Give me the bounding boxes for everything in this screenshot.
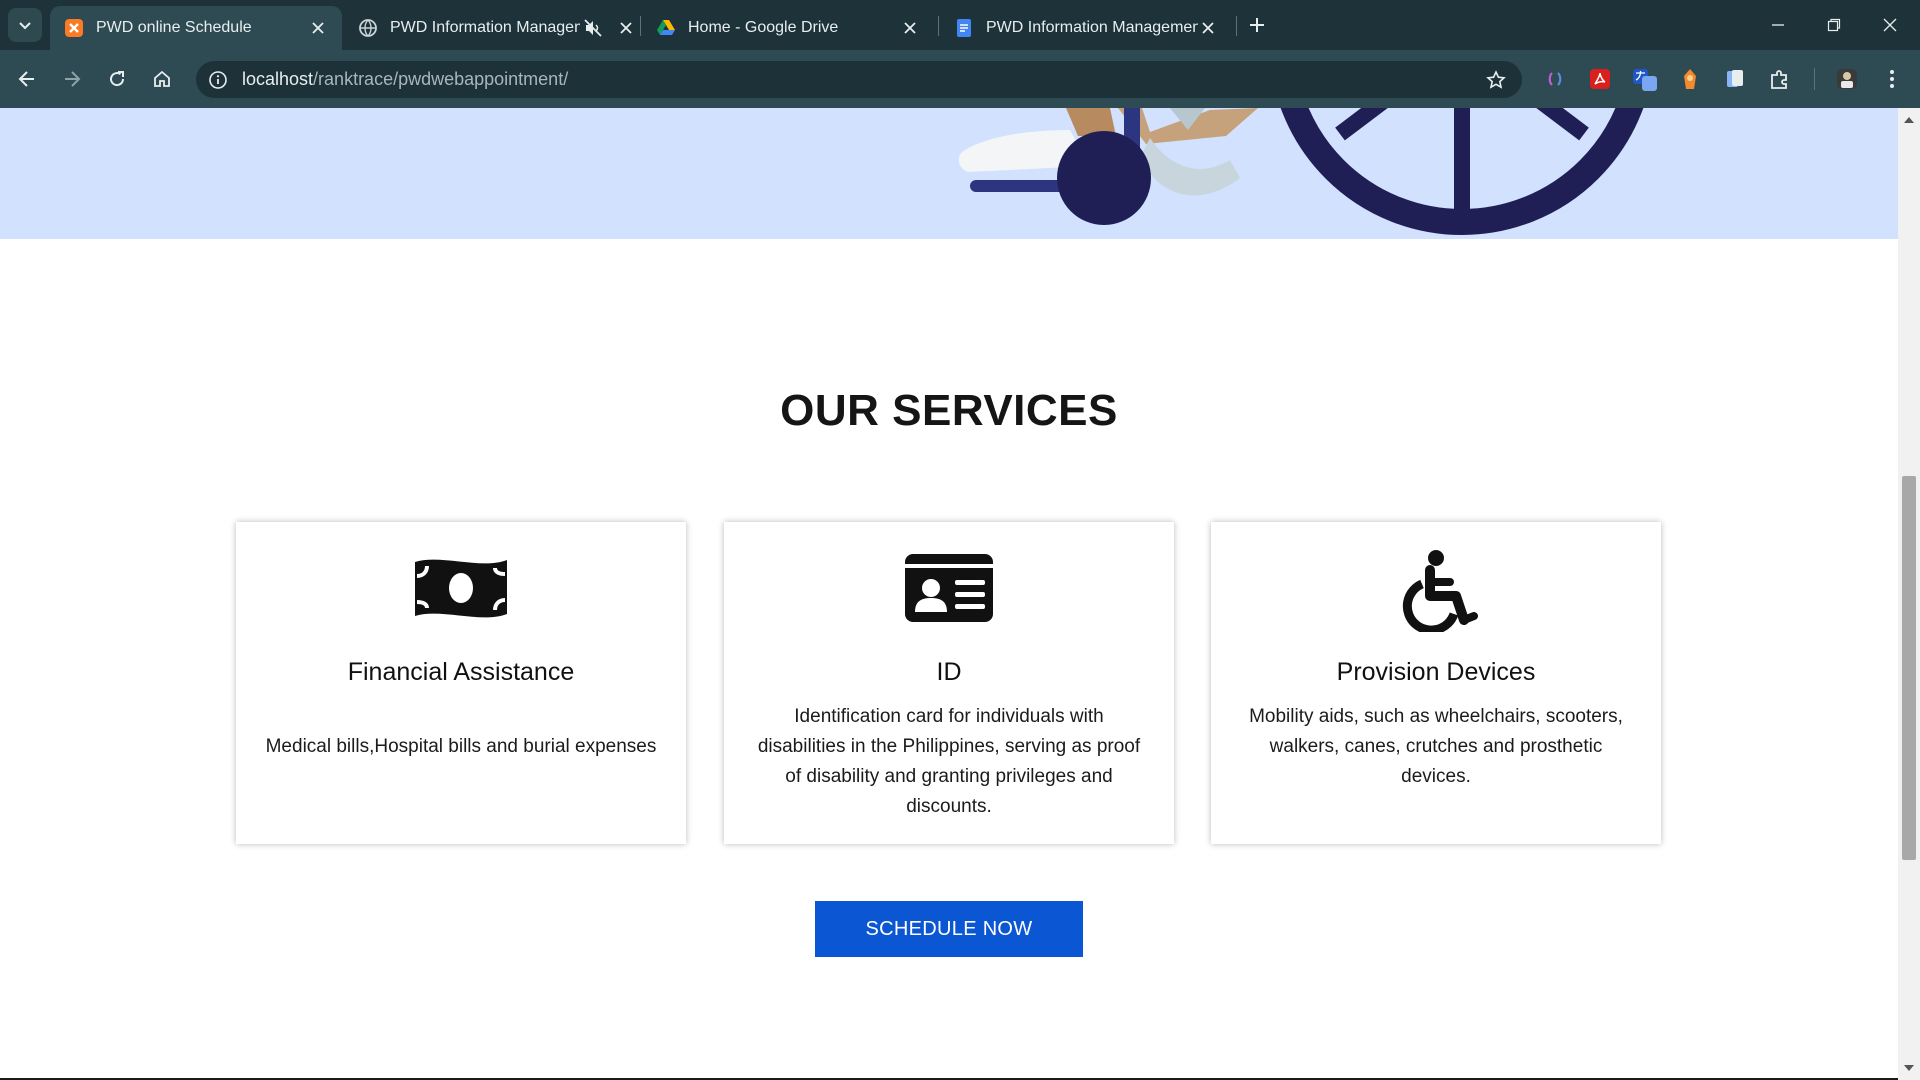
close-icon bbox=[1883, 18, 1897, 32]
page-scrollbar[interactable] bbox=[1898, 108, 1920, 1080]
tab-pwd-online-schedule[interactable]: PWD online Schedule bbox=[50, 6, 342, 50]
schedule-now-button[interactable]: SCHEDULE NOW bbox=[815, 901, 1083, 957]
tab-separator bbox=[640, 16, 641, 36]
home-icon bbox=[154, 70, 170, 87]
service-card-financial-assistance: Financial Assistance Medical bills,Hospi… bbox=[236, 522, 686, 844]
wheelchair-icon bbox=[1211, 548, 1661, 632]
money-bill-icon bbox=[236, 552, 686, 628]
reload-icon bbox=[110, 71, 125, 87]
card-title: ID bbox=[936, 658, 962, 686]
extensions-puzzle-icon[interactable] bbox=[1766, 65, 1794, 93]
orange-extension-icon[interactable] bbox=[1676, 65, 1704, 93]
files-extension-icon[interactable] bbox=[1721, 65, 1749, 93]
page-viewport: OUR SERVICES Financial Assistance Medica… bbox=[0, 108, 1898, 1080]
google-docs-icon bbox=[957, 19, 971, 37]
close-tab-icon[interactable] bbox=[616, 18, 636, 38]
tab-separator bbox=[938, 16, 939, 36]
xampp-icon bbox=[65, 19, 83, 37]
muted-speaker-icon[interactable] bbox=[584, 18, 602, 38]
plus-icon bbox=[1250, 18, 1264, 32]
toolbar-separator bbox=[1814, 68, 1815, 90]
extension-bracket-icon[interactable] bbox=[1541, 65, 1569, 93]
globe-icon bbox=[359, 19, 377, 37]
tab-google-drive[interactable]: Home - Google Drive bbox=[642, 6, 934, 50]
arrow-right-icon bbox=[65, 71, 81, 87]
forward-button[interactable] bbox=[52, 59, 92, 99]
service-card-provision-devices: Provision Devices Mobility aids, such as… bbox=[1211, 522, 1661, 844]
wheelchair-illustration bbox=[958, 108, 1644, 235]
address-bar[interactable]: localhost/ranktrace/pwdwebappointment/ bbox=[196, 61, 1522, 98]
acrobat-extension-icon[interactable] bbox=[1586, 65, 1614, 93]
service-card-id: ID Identification card for individuals w… bbox=[724, 522, 1174, 844]
scroll-up-icon[interactable] bbox=[1903, 114, 1915, 126]
url-text: localhost/ranktrace/pwdwebappointment/ bbox=[242, 69, 568, 90]
close-tab-icon[interactable] bbox=[1198, 18, 1218, 38]
scroll-down-icon[interactable] bbox=[1903, 1062, 1915, 1074]
restore-icon bbox=[1827, 18, 1841, 32]
hero-banner bbox=[0, 108, 1898, 239]
reload-button[interactable] bbox=[97, 59, 137, 99]
google-drive-icon bbox=[657, 20, 675, 35]
translate-extension-icon[interactable] bbox=[1631, 65, 1659, 93]
bookmark-star-icon[interactable] bbox=[1484, 68, 1508, 92]
profile-avatar-icon[interactable] bbox=[1833, 65, 1861, 93]
close-tab-icon[interactable] bbox=[308, 18, 328, 38]
minimize-button[interactable] bbox=[1750, 0, 1806, 50]
home-button[interactable] bbox=[142, 59, 182, 99]
card-description: Identification card for individuals with… bbox=[757, 706, 1141, 817]
tab-search-button[interactable] bbox=[8, 8, 42, 42]
section-title: OUR SERVICES bbox=[780, 386, 1118, 435]
minimize-icon bbox=[1772, 24, 1784, 26]
site-info-icon[interactable] bbox=[206, 68, 230, 92]
id-card-icon bbox=[724, 552, 1174, 628]
close-tab-icon[interactable] bbox=[900, 18, 920, 38]
scrollbar-thumb[interactable] bbox=[1902, 476, 1916, 860]
back-button[interactable] bbox=[7, 59, 47, 99]
tab-pwd-information-management-doc[interactable]: PWD Information Management bbox=[940, 6, 1232, 50]
tab-title: PWD Information Managem bbox=[390, 19, 580, 36]
tab-title: Home - Google Drive bbox=[688, 19, 839, 36]
browser-toolbar: localhost/ranktrace/pwdwebappointment/ bbox=[0, 50, 1920, 108]
url-host: localhost bbox=[242, 69, 314, 89]
browser-tab-strip: PWD online Schedule PWD Information Mana… bbox=[0, 0, 1920, 50]
arrow-left-icon bbox=[18, 71, 34, 87]
browser-menu-icon[interactable] bbox=[1878, 65, 1906, 93]
card-title: Financial Assistance bbox=[347, 658, 575, 686]
url-path: /ranktrace/pwdwebappointment/ bbox=[313, 69, 569, 89]
card-description: Mobility aids, such as wheelchairs, scoo… bbox=[1249, 706, 1623, 787]
chevron-down-icon bbox=[19, 22, 31, 30]
tab-title: PWD online Schedule bbox=[96, 19, 252, 36]
card-title: Provision Devices bbox=[1336, 658, 1536, 686]
tab-title: PWD Information Management bbox=[986, 19, 1198, 36]
tab-separator bbox=[1236, 16, 1237, 36]
tab-pwd-information-management[interactable]: PWD Information Managem bbox=[344, 6, 636, 50]
new-tab-button[interactable] bbox=[1244, 12, 1270, 38]
close-window-button[interactable] bbox=[1862, 0, 1918, 50]
restore-button[interactable] bbox=[1806, 0, 1862, 50]
card-description: Medical bills,Hospital bills and burial … bbox=[265, 736, 657, 757]
